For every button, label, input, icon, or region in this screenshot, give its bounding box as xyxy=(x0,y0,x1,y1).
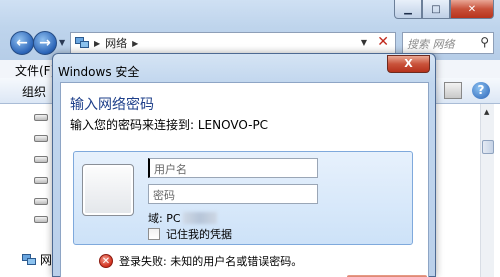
address-dropdown-icon[interactable]: ▼ xyxy=(361,38,367,47)
dialog-title: Windows 安全 xyxy=(58,65,140,79)
navigation-bar: ← → ▼ ▶ 网络 ▶ ▼ ✕ 搜索 网络 ⚲ xyxy=(0,28,500,56)
recent-pages-dropdown[interactable]: ▼ xyxy=(59,38,65,47)
back-button[interactable]: ← xyxy=(10,31,34,55)
menu-file[interactable]: 文件(F) xyxy=(15,64,55,78)
remember-credentials[interactable]: 记住我的凭据 xyxy=(148,226,232,242)
search-icon[interactable]: ⚲ xyxy=(480,35,489,49)
error-text: 登录失败: 未知的用户名或错误密码。 xyxy=(119,255,303,268)
close-window-button[interactable]: ✕ xyxy=(450,0,494,19)
scroll-up-icon[interactable]: ▲ xyxy=(484,108,489,116)
domain-line: 域: PC xyxy=(148,210,217,226)
network-icon xyxy=(22,253,36,265)
scrollbar-thumb[interactable] xyxy=(482,140,494,154)
layout-icon[interactable] xyxy=(444,82,462,99)
close-icon: ✕ xyxy=(467,3,477,15)
remember-checkbox[interactable] xyxy=(148,228,160,240)
minimize-button[interactable]: ▁ xyxy=(394,0,422,19)
vertical-scrollbar[interactable]: ▲ xyxy=(480,104,494,277)
drive-icon[interactable] xyxy=(34,198,48,205)
remember-label: 记住我的凭据 xyxy=(166,228,232,241)
network-icon xyxy=(75,37,89,48)
maximize-icon: □ xyxy=(431,3,441,15)
user-avatar-icon xyxy=(82,164,134,216)
arrow-right-icon: → xyxy=(39,35,51,51)
search-input[interactable]: 搜索 网络 ⚲ xyxy=(402,32,494,54)
content-pane: ▲ xyxy=(436,104,500,277)
arrow-left-icon: ← xyxy=(16,35,28,51)
login-error-message: ✕ 登录失败: 未知的用户名或错误密码。 xyxy=(99,253,302,269)
close-icon[interactable]: ✕ xyxy=(377,34,389,50)
address-bar[interactable]: ▶ 网络 ▶ ▼ ✕ xyxy=(70,32,396,54)
breadcrumb-network[interactable]: 网络 xyxy=(105,35,127,51)
password-field[interactable]: 密码 xyxy=(148,184,318,204)
minimize-icon: ▁ xyxy=(404,3,412,15)
nav-network-item[interactable]: 网 xyxy=(22,251,52,268)
forward-button[interactable]: → xyxy=(33,31,57,55)
toolbar-right: ? xyxy=(444,82,490,99)
breadcrumb-separator-icon[interactable]: ▶ xyxy=(132,39,138,48)
breadcrumb-separator-icon[interactable]: ▶ xyxy=(94,39,100,48)
drive-icon[interactable] xyxy=(34,156,48,163)
window-caption-buttons: ▁ □ ✕ xyxy=(394,0,494,19)
windows-security-dialog: Windows 安全 X 输入网络密码 输入您的密码来连接到: LENOVO-P… xyxy=(52,53,436,277)
organize-menu[interactable]: 组织 xyxy=(22,85,46,99)
drive-icon[interactable] xyxy=(34,216,48,223)
maximize-button[interactable]: □ xyxy=(422,0,450,19)
drive-icon[interactable] xyxy=(34,135,48,142)
credential-tile[interactable]: 用户名 密码 域: PC 记住我的凭据 xyxy=(73,151,413,245)
domain-label: 域: PC xyxy=(148,212,181,225)
nav-network-label: 网 xyxy=(40,253,53,267)
username-placeholder: 用户名 xyxy=(154,163,187,176)
redacted-mask xyxy=(182,212,217,224)
search-placeholder: 搜索 网络 xyxy=(407,38,455,51)
drive-icon[interactable] xyxy=(34,177,48,184)
dialog-heading: 输入网络密码 xyxy=(70,97,154,113)
dialog-body: 输入网络密码 输入您的密码来连接到: LENOVO-PC 用户名 密码 域: P… xyxy=(60,82,429,277)
drive-icon[interactable] xyxy=(34,114,48,121)
error-icon: ✕ xyxy=(99,254,113,268)
username-field[interactable]: 用户名 xyxy=(148,158,318,178)
dialog-subheading: 输入您的密码来连接到: LENOVO-PC xyxy=(70,118,269,132)
help-icon[interactable]: ? xyxy=(472,82,490,99)
dialog-close-button[interactable]: X xyxy=(387,55,430,73)
password-placeholder: 密码 xyxy=(153,189,175,202)
